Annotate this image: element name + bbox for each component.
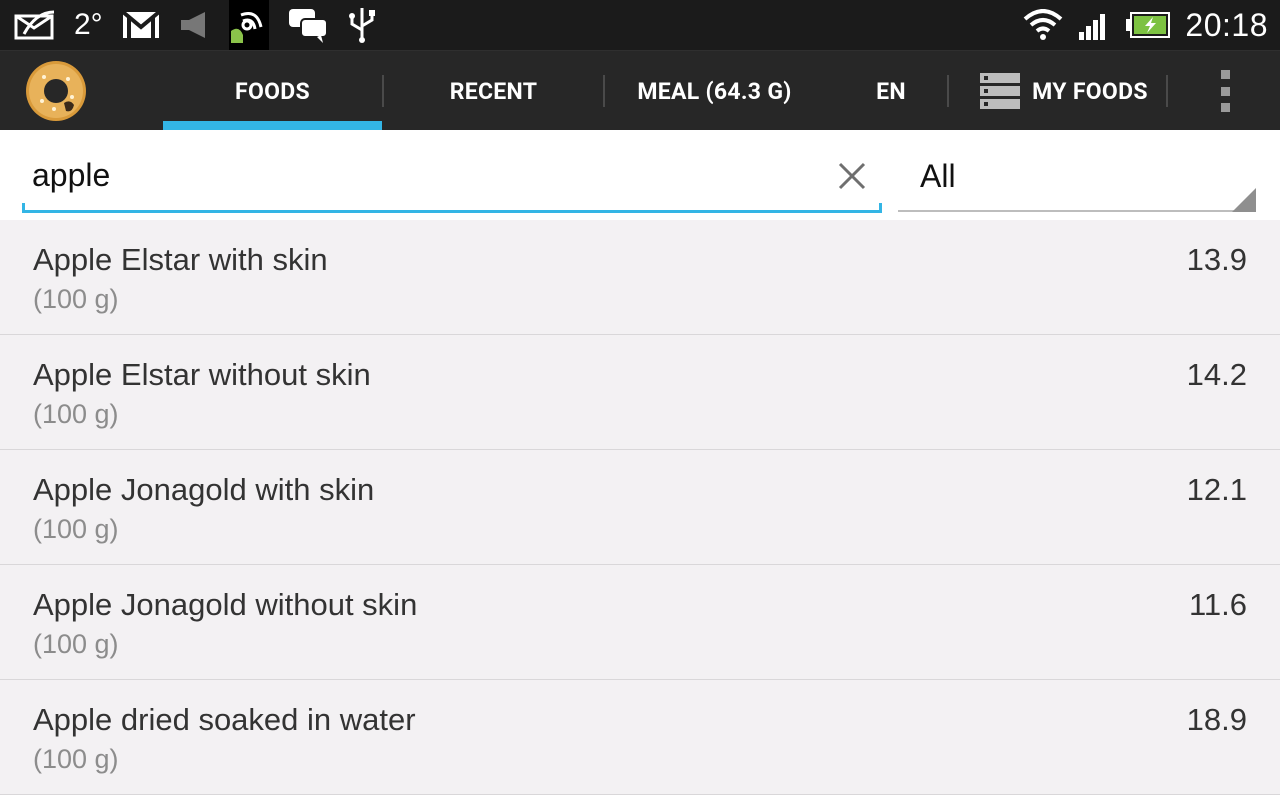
food-name: Apple Elstar with skin: [33, 242, 328, 277]
signal-icon: [1077, 0, 1111, 50]
battery-charging-icon: [1125, 0, 1171, 50]
food-list-item[interactable]: Apple Jonagold without skin (100 g) 11.6: [0, 565, 1280, 680]
overflow-menu-icon[interactable]: [1210, 70, 1240, 112]
tab-meal[interactable]: MEAL (64.3 G): [605, 51, 824, 131]
notification-envelope-icon: [14, 0, 56, 50]
food-value: 11.6: [1188, 587, 1247, 622]
food-value: 14.2: [1186, 357, 1247, 392]
food-value: 18.9: [1186, 702, 1247, 737]
search-bar: All: [0, 130, 1280, 220]
tab-meal-label: MEAL (64.3 G): [637, 77, 792, 105]
status-bar: 2° 20:18: [0, 0, 1280, 50]
tab-recent-label: RECENT: [449, 77, 538, 105]
database-list-icon: [980, 73, 1021, 109]
android-nfc-icon: [228, 0, 269, 50]
food-portion: (100 g): [33, 744, 119, 774]
food-list-item[interactable]: Apple dried soaked in water (100 g) 18.9: [0, 680, 1280, 795]
food-portion: (100 g): [33, 399, 119, 429]
category-filter-value: All: [920, 158, 956, 194]
usb-icon: [347, 0, 377, 50]
food-value: 12.1: [1186, 472, 1247, 507]
clock: 20:18: [1185, 6, 1268, 43]
food-list-item[interactable]: Apple Elstar without skin (100 g) 14.2: [0, 335, 1280, 450]
food-list-item[interactable]: Apple Jonagold with skin (100 g) 12.1: [0, 450, 1280, 565]
wifi-icon: [1023, 0, 1063, 50]
dropdown-underline: [898, 210, 1256, 212]
weather-temperature: 2°: [74, 0, 103, 50]
food-portion: (100 g): [33, 284, 119, 314]
language-label: EN: [876, 77, 906, 105]
tab-divider: [1166, 75, 1168, 107]
food-name: Apple Jonagold with skin: [33, 472, 375, 507]
gmail-icon: [121, 0, 161, 50]
chat-bubbles-icon: [287, 0, 329, 50]
food-name: Apple dried soaked in water: [33, 702, 416, 737]
language-button[interactable]: EN: [836, 51, 946, 131]
my-foods-button[interactable]: MY FOODS: [966, 51, 1162, 131]
volume-muted-icon: [179, 0, 211, 50]
food-value: 13.9: [1186, 242, 1247, 277]
tab-recent[interactable]: RECENT: [384, 51, 603, 131]
food-name: Apple Jonagold without skin: [33, 587, 418, 622]
tab-foods[interactable]: FOODS: [163, 51, 382, 131]
action-bar: FOODS RECENT MEAL (64.3 G) EN MY FOODS: [0, 50, 1280, 131]
category-filter-dropdown[interactable]: All: [898, 150, 1256, 212]
food-portion: (100 g): [33, 514, 119, 544]
search-input[interactable]: [24, 153, 820, 197]
food-list: Apple Elstar with skin (100 g) 13.9 Appl…: [0, 220, 1280, 795]
food-list-item[interactable]: Apple Elstar with skin (100 g) 13.9: [0, 220, 1280, 335]
my-foods-label: MY FOODS: [1032, 77, 1148, 105]
tab-divider: [947, 75, 949, 107]
tab-foods-label: FOODS: [235, 77, 310, 105]
food-portion: (100 g): [33, 629, 119, 659]
food-name: Apple Elstar without skin: [33, 357, 371, 392]
temperature-label: 2°: [74, 8, 103, 41]
app-logo-donut-icon[interactable]: [24, 59, 88, 123]
search-input-underline: [22, 203, 882, 213]
dropdown-arrow-icon: [1232, 188, 1256, 212]
clear-search-icon[interactable]: [834, 158, 870, 194]
